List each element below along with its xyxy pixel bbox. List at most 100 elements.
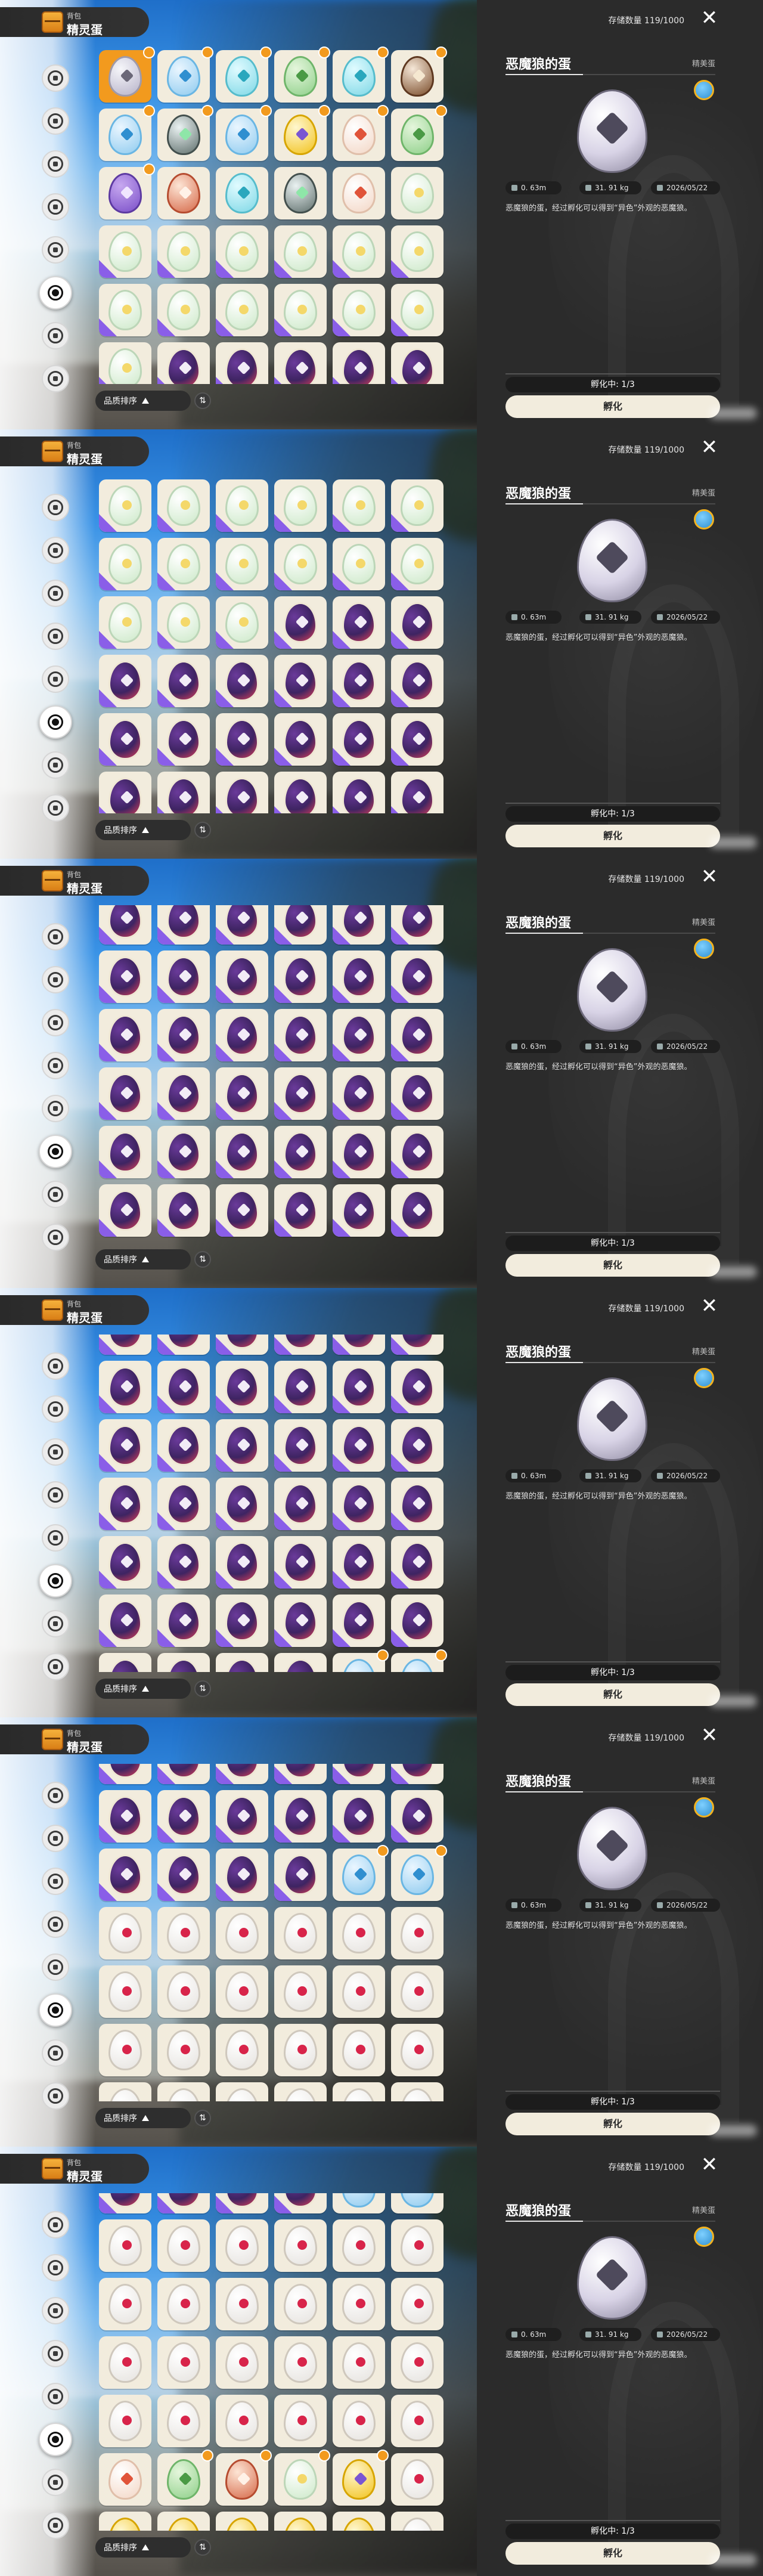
sidebar-tab-wing[interactable]: [42, 2254, 69, 2281]
egg-slot[interactable]: [99, 655, 151, 707]
egg-slot[interactable]: [216, 1790, 268, 1843]
sidebar-tab-shield[interactable]: [42, 1524, 69, 1552]
egg-slot[interactable]: [216, 2512, 268, 2531]
egg-slot[interactable]: [274, 1067, 327, 1120]
egg-slot[interactable]: [391, 2278, 443, 2330]
egg-slot[interactable]: [274, 1764, 327, 1784]
egg-slot[interactable]: [216, 225, 268, 278]
egg-slot[interactable]: [157, 1653, 210, 1672]
sidebar-tab-drop[interactable]: [42, 2340, 69, 2367]
egg-slot[interactable]: [333, 225, 385, 278]
sort-button[interactable]: 品质排序 ⇅: [95, 2537, 211, 2558]
egg-slot[interactable]: [99, 1764, 151, 1784]
egg-slot[interactable]: [391, 284, 443, 336]
egg-slot[interactable]: [274, 1419, 327, 1472]
egg-slot[interactable]: [274, 2193, 327, 2213]
egg-slot[interactable]: [216, 905, 268, 945]
egg-slot[interactable]: [333, 2336, 385, 2389]
egg-slot[interactable]: [216, 105, 272, 161]
sidebar-tab-egg[interactable]: [39, 2423, 72, 2456]
egg-slot[interactable]: [391, 2395, 443, 2447]
sidebar-tab-egg[interactable]: [39, 1993, 72, 2027]
egg-slot[interactable]: [274, 713, 327, 766]
egg-slot[interactable]: [216, 47, 272, 103]
egg-slot[interactable]: [391, 105, 447, 161]
egg-slot[interactable]: [157, 342, 210, 384]
egg-slot[interactable]: [333, 2450, 389, 2506]
sidebar-tab-leaf[interactable]: [42, 1009, 69, 1036]
egg-slot[interactable]: [274, 2512, 327, 2531]
egg-slot[interactable]: [216, 284, 268, 336]
egg-slot[interactable]: [99, 1965, 151, 2018]
egg-slot[interactable]: [157, 1790, 210, 1843]
egg-slot[interactable]: [333, 905, 385, 945]
sidebar-tab-shield[interactable]: [42, 665, 69, 693]
egg-slot[interactable]: [99, 1184, 151, 1237]
egg-slot[interactable]: [99, 2219, 151, 2272]
egg-slot[interactable]: [333, 950, 385, 1003]
egg-slot[interactable]: [99, 284, 151, 336]
egg-slot[interactable]: [99, 596, 151, 649]
sidebar-tab-wing[interactable]: [42, 1825, 69, 1852]
egg-slot[interactable]: [333, 1361, 385, 1413]
sidebar-tab-ball[interactable]: [42, 1782, 69, 1809]
sidebar-tab-skull[interactable]: [42, 1653, 69, 1680]
egg-slot[interactable]: [157, 2336, 210, 2389]
egg-slot[interactable]: [391, 1361, 443, 1413]
egg-slot[interactable]: [274, 1594, 327, 1647]
egg-slot[interactable]: [99, 1478, 151, 1530]
egg-slot[interactable]: [99, 47, 155, 103]
egg-slot[interactable]: [216, 2024, 268, 2076]
egg-slot[interactable]: [99, 2512, 151, 2531]
egg-slot[interactable]: [333, 342, 385, 384]
egg-slot[interactable]: [216, 1067, 268, 1120]
egg-slot[interactable]: [391, 1594, 443, 1647]
egg-slot[interactable]: [274, 342, 327, 384]
egg-slot[interactable]: [157, 1907, 210, 1959]
egg-slot[interactable]: [157, 2512, 210, 2531]
sidebar-tab-helmet[interactable]: [42, 751, 69, 779]
egg-slot[interactable]: [274, 2336, 327, 2389]
egg-slot[interactable]: [333, 2024, 385, 2076]
egg-slot[interactable]: [333, 1790, 385, 1843]
hatch-button[interactable]: 孵化: [505, 825, 720, 847]
egg-slot[interactable]: [391, 1907, 443, 1959]
egg-slot[interactable]: [99, 2082, 151, 2101]
egg-slot[interactable]: [391, 1536, 443, 1589]
close-button[interactable]: ✕: [699, 1724, 720, 1746]
egg-slot[interactable]: [274, 538, 327, 590]
egg-slot[interactable]: [99, 1419, 151, 1472]
egg-slot[interactable]: [391, 1419, 443, 1472]
egg-slot[interactable]: [333, 1335, 385, 1355]
egg-slot[interactable]: [99, 1067, 151, 1120]
egg-slot[interactable]: [157, 1849, 210, 1901]
egg-slot[interactable]: [333, 1845, 389, 1901]
sidebar-tab-shield[interactable]: [42, 236, 69, 264]
egg-slot[interactable]: [391, 1184, 443, 1237]
sidebar-tab-skull[interactable]: [42, 2512, 69, 2539]
sidebar-tab-skull[interactable]: [42, 365, 69, 392]
egg-slot[interactable]: [391, 1790, 443, 1843]
egg-slot[interactable]: [99, 2278, 151, 2330]
egg-slot[interactable]: [157, 1764, 210, 1784]
egg-slot[interactable]: [391, 2336, 443, 2389]
egg-slot[interactable]: [157, 2450, 213, 2506]
egg-slot[interactable]: [99, 772, 151, 813]
egg-slot[interactable]: [157, 2395, 210, 2447]
sidebar-tab-wing[interactable]: [42, 966, 69, 993]
egg-slot[interactable]: [274, 1126, 327, 1178]
sidebar-tab-wing[interactable]: [42, 107, 69, 135]
egg-slot[interactable]: [274, 1478, 327, 1530]
swap-order-button[interactable]: ⇅: [194, 2110, 211, 2126]
egg-slot[interactable]: [99, 1849, 151, 1901]
egg-slot[interactable]: [274, 1907, 327, 1959]
egg-slot[interactable]: [391, 1126, 443, 1178]
egg-slot[interactable]: [216, 1536, 268, 1589]
sidebar-tab-wing[interactable]: [42, 1395, 69, 1423]
egg-slot[interactable]: [157, 1184, 210, 1237]
egg-slot[interactable]: [391, 1009, 443, 1061]
egg-slot[interactable]: [333, 713, 385, 766]
egg-slot[interactable]: [333, 655, 385, 707]
egg-slot[interactable]: [216, 1361, 268, 1413]
egg-slot[interactable]: [391, 225, 443, 278]
